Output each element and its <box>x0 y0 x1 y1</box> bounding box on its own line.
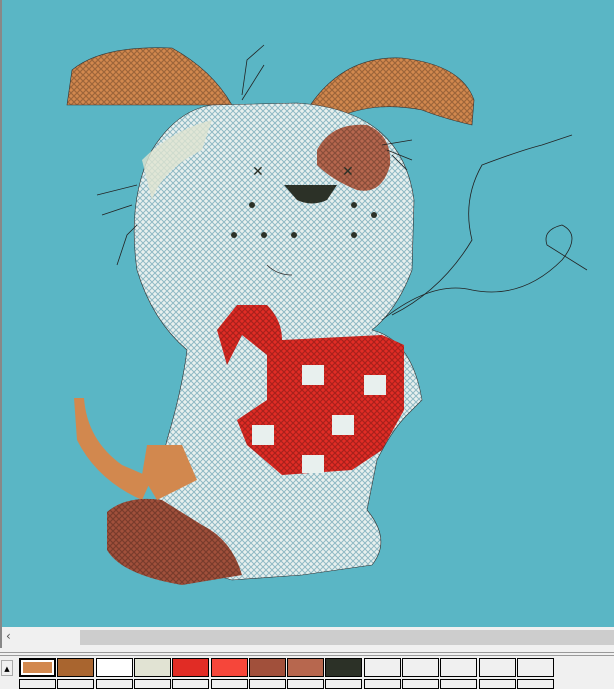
palette-swatch[interactable] <box>287 658 325 677</box>
scrollbar-thumb[interactable] <box>80 630 614 645</box>
palette-swatch-empty[interactable] <box>440 679 478 689</box>
color-palette: ▲ <box>0 658 614 689</box>
palette-swatch[interactable] <box>478 658 516 677</box>
palette-swatch-empty[interactable] <box>172 679 210 689</box>
tail <box>74 398 152 500</box>
palette-swatch-empty[interactable] <box>363 679 401 689</box>
palette-swatch[interactable] <box>19 658 56 677</box>
palette-swatch-empty[interactable] <box>95 679 133 689</box>
palette-swatch[interactable] <box>363 658 401 677</box>
ear-left <box>66 47 233 106</box>
palette-swatch-empty[interactable] <box>19 679 56 689</box>
palette-swatch[interactable] <box>210 658 248 677</box>
palette-swatch[interactable] <box>440 658 478 677</box>
palette-swatch[interactable] <box>516 658 554 677</box>
palette-swatch[interactable] <box>325 658 363 677</box>
palette-swatch[interactable] <box>172 658 210 677</box>
svg-text:✕: ✕ <box>342 164 354 180</box>
palette-swatch[interactable] <box>133 658 171 677</box>
palette-swatch-empty[interactable] <box>325 679 363 689</box>
palette-swatch[interactable] <box>57 658 95 677</box>
palette-swatch-empty[interactable] <box>287 679 325 689</box>
palette-swatch-empty[interactable] <box>478 679 516 689</box>
palette-swatch[interactable] <box>402 658 439 677</box>
palette-swatch-empty[interactable] <box>516 679 554 689</box>
palette-swatch-empty[interactable] <box>402 679 439 689</box>
palette-scroll-up-button[interactable]: ▲ <box>1 660 13 676</box>
palette-swatch-empty[interactable] <box>210 679 248 689</box>
palette-swatch-empty[interactable] <box>133 679 171 689</box>
palette-swatch[interactable] <box>95 658 133 677</box>
palette-swatch-empty[interactable] <box>248 679 286 689</box>
svg-text:✕: ✕ <box>252 164 264 180</box>
panel-divider[interactable] <box>0 652 614 656</box>
palette-swatch-empty[interactable] <box>57 679 95 689</box>
stitch-canvas[interactable]: ✕ ✕ <box>0 0 614 627</box>
palette-swatch[interactable] <box>248 658 286 677</box>
scroll-left-arrow-icon[interactable]: ‹ <box>6 629 11 643</box>
horizontal-scrollbar[interactable]: ‹ <box>0 627 614 648</box>
cross-stitch-pattern: ✕ ✕ <box>66 44 588 585</box>
